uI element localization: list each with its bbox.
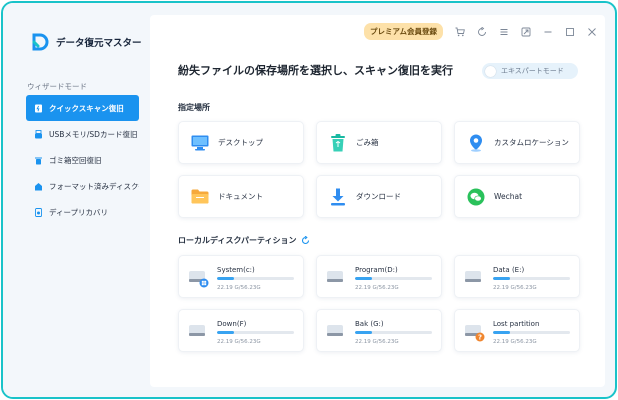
format-icon — [34, 182, 43, 191]
drives-grid: System(c:) 22.19 G/56.23G Program(D:) 22… — [178, 255, 580, 352]
drive-name: Data (E:) — [493, 266, 525, 274]
sidebar-item-trash[interactable]: ゴミ箱空回復旧 — [26, 147, 139, 173]
close-icon[interactable] — [587, 27, 597, 37]
svg-text:?: ? — [478, 334, 482, 342]
drive-size: 22.19 G/56.23G — [355, 339, 399, 345]
location-label: デスクトップ — [218, 138, 263, 147]
locations-grid: デスクトップ ごみ箱 カスタムロケーション ドキュメント ダウンロード Wech… — [178, 121, 580, 218]
location-label: ダウンロード — [356, 192, 401, 201]
sidebar: データ復元マスター ウィザードモード クイックスキャン復旧 USBメモリ/SDカ… — [3, 3, 149, 397]
sidebar-item-label: クイックスキャン復旧 — [49, 103, 124, 113]
trash-icon — [34, 156, 43, 165]
drive-card-bak[interactable]: Bak (G:) 22.19 G/56.23G — [316, 309, 442, 352]
drive-usage-fill — [217, 277, 234, 280]
drive-usage-bar — [493, 331, 570, 334]
sidebar-item-label: USBメモリ/SDカード復旧 — [49, 129, 138, 139]
expert-mode-toggle[interactable]: エキスパートモード — [482, 63, 578, 79]
drive-name: Bak (G:) — [355, 320, 384, 328]
menu-icon[interactable] — [499, 27, 509, 37]
drive-name: Down(F) — [217, 320, 247, 328]
drive-name: Lost partition — [493, 320, 540, 328]
hard-drive-icon — [327, 271, 343, 282]
drive-usage-bar — [355, 277, 432, 280]
drive-size: 22.19 G/56.23G — [217, 285, 261, 291]
hard-drive-icon — [327, 325, 343, 336]
hard-drive-icon — [465, 271, 481, 282]
wechat-icon — [467, 188, 485, 206]
drives-title-text: ローカルディスクパーティション — [178, 236, 297, 245]
app-title: データ復元マスター — [56, 38, 142, 49]
drive-card-lost-partition[interactable]: ? Lost partition 22.19 G/56.23G — [454, 309, 580, 352]
location-desktop[interactable]: デスクトップ — [178, 121, 304, 164]
drive-size: 22.19 G/56.23G — [355, 285, 399, 291]
deep-recovery-icon — [34, 207, 43, 217]
feedback-icon[interactable] — [521, 27, 531, 37]
refresh-icon[interactable] — [477, 26, 487, 37]
hard-drive-icon — [189, 271, 209, 288]
logo-icon — [32, 33, 49, 51]
maximize-icon[interactable] — [565, 27, 575, 37]
location-label: カスタムロケーション — [494, 138, 569, 147]
desktop-icon — [191, 134, 209, 152]
cart-icon[interactable] — [455, 27, 465, 37]
location-pin-icon — [467, 134, 485, 152]
sidebar-item-quick-scan[interactable]: クイックスキャン復旧 — [26, 95, 139, 121]
sidebar-item-formatted-disk[interactable]: フォーマット済みディスク復旧 — [26, 173, 139, 199]
drive-usage-bar — [493, 277, 570, 280]
sidebar-menu: クイックスキャン復旧 USBメモリ/SDカード復旧 ゴミ箱空回復旧 フォーマット… — [26, 95, 139, 225]
sidebar-item-label: ゴミ箱空回復旧 — [49, 155, 102, 165]
hard-drive-icon — [189, 325, 205, 336]
drive-card-system[interactable]: System(c:) 22.19 G/56.23G — [178, 255, 304, 298]
location-label: ごみ箱 — [356, 138, 379, 147]
location-wechat[interactable]: Wechat — [454, 175, 580, 218]
sidebar-item-label: ディープリカバリ — [49, 207, 109, 217]
drive-card-down[interactable]: Down(F) 22.19 G/56.23G — [178, 309, 304, 352]
sidebar-item-usb[interactable]: USBメモリ/SDカード復旧 — [26, 121, 139, 147]
title-bar: プレミアム会員登録 — [364, 23, 597, 40]
drive-size: 22.19 G/56.23G — [493, 285, 537, 291]
drive-usage-fill — [355, 277, 372, 280]
drives-section-title: ローカルディスクパーティション — [178, 235, 310, 246]
toggle-knob — [485, 65, 496, 77]
locations-section-title: 指定場所 — [178, 102, 210, 113]
sidebar-item-label: フォーマット済みディスク復旧 — [49, 181, 139, 191]
location-downloads[interactable]: ダウンロード — [316, 175, 442, 218]
locations-title-text: 指定場所 — [178, 103, 210, 112]
quick-scan-icon — [34, 104, 43, 113]
usb-icon — [34, 129, 43, 139]
drive-card-data[interactable]: Data (E:) 22.19 G/56.23G — [454, 255, 580, 298]
hard-drive-icon: ? — [465, 325, 485, 342]
sidebar-section-label: ウィザードモード — [27, 82, 87, 91]
main-panel: プレミアム会員登録 紛失ファイルの保存場所を選択し、スキャン復旧を実行 エキスパ… — [150, 15, 605, 387]
drive-usage-fill — [217, 331, 234, 334]
download-icon — [329, 188, 347, 206]
app-logo: データ復元マスター — [31, 33, 142, 51]
drives-refresh-icon[interactable] — [301, 236, 310, 245]
location-label: ドキュメント — [218, 192, 263, 201]
drive-usage-bar — [217, 331, 294, 334]
minimize-icon[interactable] — [543, 27, 553, 37]
location-recycle-bin[interactable]: ごみ箱 — [316, 121, 442, 164]
premium-button[interactable]: プレミアム会員登録 — [364, 23, 443, 40]
recycle-bin-icon — [329, 133, 347, 152]
folder-icon — [191, 188, 209, 206]
location-label: Wechat — [494, 192, 523, 201]
drive-name: Program(D:) — [355, 266, 398, 274]
expert-mode-label: エキスパートモード — [501, 67, 564, 75]
location-custom[interactable]: カスタムロケーション — [454, 121, 580, 164]
drive-usage-bar — [355, 331, 432, 334]
location-documents[interactable]: ドキュメント — [178, 175, 304, 218]
app-window: データ復元マスター ウィザードモード クイックスキャン復旧 USBメモリ/SDカ… — [1, 1, 617, 399]
drive-usage-fill — [355, 331, 372, 334]
sidebar-item-deep-recovery[interactable]: ディープリカバリ — [26, 199, 139, 225]
drive-usage-fill — [493, 331, 510, 334]
drive-size: 22.19 G/56.23G — [217, 339, 261, 345]
drive-size: 22.19 G/56.23G — [493, 339, 537, 345]
drive-usage-bar — [217, 277, 294, 280]
drive-usage-fill — [493, 277, 510, 280]
drive-card-program[interactable]: Program(D:) 22.19 G/56.23G — [316, 255, 442, 298]
drive-name: System(c:) — [217, 266, 255, 274]
page-title: 紛失ファイルの保存場所を選択し、スキャン復旧を実行 — [178, 64, 453, 77]
